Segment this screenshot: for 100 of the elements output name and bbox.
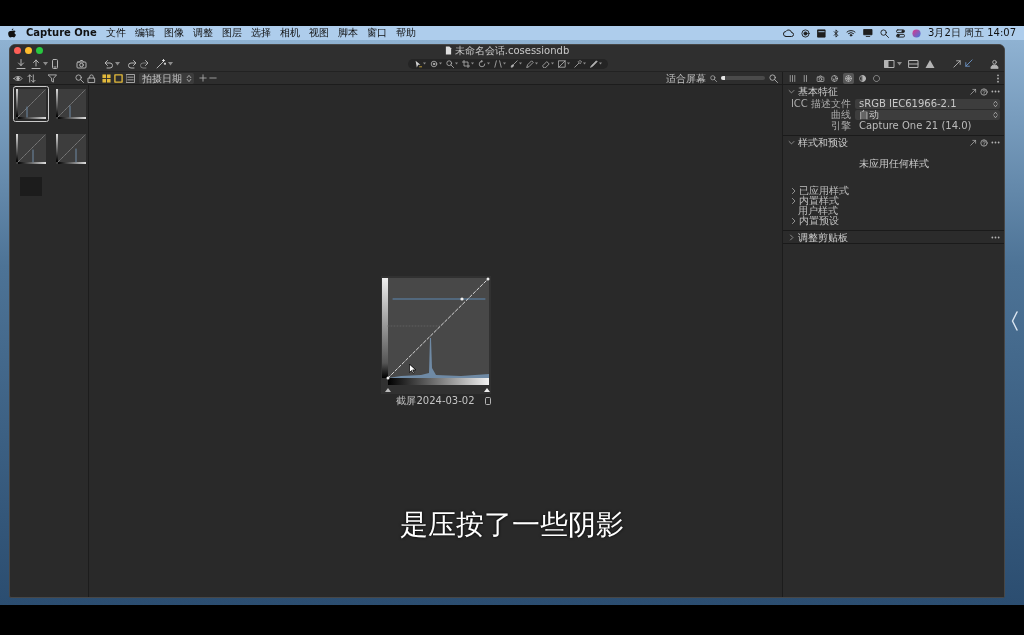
single-view-icon[interactable] [114, 73, 123, 83]
caret-icon[interactable] [438, 62, 442, 65]
half-circle-icon[interactable] [857, 72, 868, 84]
redo-icon[interactable] [128, 58, 138, 69]
caret-icon[interactable] [43, 61, 48, 66]
arrow-up-right-icon[interactable] [970, 88, 977, 95]
color-wheel-icon[interactable] [843, 72, 854, 84]
arrow-down-left-icon[interactable] [964, 59, 973, 68]
menu-item[interactable]: 图层 [221, 26, 242, 40]
more-icon[interactable] [991, 140, 1000, 145]
menu-item[interactable]: 相机 [279, 26, 300, 40]
chevron-right-icon[interactable] [791, 218, 796, 224]
caret-icon[interactable] [582, 62, 586, 65]
eraser-icon[interactable] [541, 59, 550, 68]
updown-arrow-icon[interactable] [993, 99, 998, 108]
more-icon[interactable] [991, 89, 1000, 94]
display-icon[interactable] [863, 29, 874, 37]
eye-icon[interactable] [13, 73, 23, 83]
help-icon[interactable] [980, 87, 988, 96]
slanted-lines-icon[interactable] [493, 59, 502, 68]
dropdown[interactable]: 自动 [855, 109, 1000, 120]
caret-icon[interactable] [168, 61, 173, 66]
arrow-up-right-icon[interactable] [970, 139, 977, 146]
chevron-down-icon[interactable] [788, 88, 795, 95]
import-icon[interactable] [16, 58, 26, 69]
wifi-icon[interactable] [846, 29, 857, 37]
chevron-left-icon[interactable] [1011, 311, 1018, 331]
arrow-up-right-icon[interactable] [953, 59, 962, 68]
apple-logo-icon[interactable] [8, 28, 17, 38]
window-close-icon[interactable] [14, 47, 21, 54]
warning-triangle-icon[interactable] [925, 58, 935, 69]
pointer-icon[interactable] [413, 59, 422, 68]
cloud-icon[interactable] [783, 29, 795, 37]
dotted-circle-icon[interactable] [871, 72, 882, 84]
caret-icon[interactable] [454, 62, 458, 65]
menu-item[interactable]: 窗口 [366, 26, 387, 40]
dropdown[interactable]: sRGB IEC61966-2.1 [855, 98, 1000, 109]
person-icon[interactable] [990, 58, 999, 69]
menu-item[interactable]: 脚本 [337, 26, 358, 40]
caret-icon[interactable] [550, 62, 554, 65]
screenshot-thumbnail[interactable] [13, 131, 49, 167]
sidebar-layout-icon[interactable] [884, 58, 895, 69]
record-icon[interactable] [801, 28, 811, 38]
screenshot-thumbnail[interactable] [13, 86, 49, 122]
chevron-right-icon[interactable] [788, 234, 795, 241]
split-view-icon[interactable] [908, 58, 919, 69]
menu-item[interactable]: 文件 [105, 26, 126, 40]
menu-item[interactable]: 编辑 [134, 26, 155, 40]
caret-icon[interactable] [115, 61, 120, 66]
magnifier-icon[interactable] [445, 59, 454, 68]
tree-item[interactable]: 内置样式 [791, 196, 839, 206]
menu-item[interactable]: Capture One [26, 26, 97, 40]
search-icon[interactable] [880, 28, 890, 38]
grid-view-icon[interactable] [102, 73, 111, 83]
menu-item[interactable]: 帮助 [395, 26, 416, 40]
aperture-icon[interactable] [829, 72, 840, 84]
plus-icon[interactable] [199, 74, 207, 82]
menu-bar-clock[interactable]: 3月2日 周五 14:07 [928, 26, 1016, 40]
bluetooth-icon[interactable] [833, 28, 840, 38]
caret-icon[interactable] [422, 62, 426, 65]
gradient-square-icon[interactable] [557, 59, 566, 68]
menu-item[interactable]: 选择 [250, 26, 271, 40]
lock-icon[interactable] [87, 73, 96, 83]
rotate-icon[interactable] [477, 59, 486, 68]
search-icon[interactable] [75, 73, 84, 83]
tree-item[interactable]: 已应用样式 [791, 186, 849, 196]
caret-icon[interactable] [502, 62, 506, 65]
more-vertical-icon[interactable] [996, 73, 1000, 83]
caret-icon[interactable] [534, 62, 538, 65]
sort-icon[interactable] [27, 73, 36, 83]
curved-arrow-icon[interactable] [140, 58, 150, 69]
section-title[interactable]: 样式和预设 [798, 137, 848, 148]
caret-icon[interactable] [598, 62, 602, 65]
export-icon[interactable] [31, 58, 41, 69]
help-icon[interactable] [980, 138, 988, 147]
zoom-out-icon[interactable] [710, 74, 717, 82]
control-center-icon[interactable] [896, 28, 906, 38]
bars-icon[interactable] [787, 72, 798, 84]
undo-icon[interactable] [103, 58, 113, 69]
menu-item[interactable]: 视图 [308, 26, 329, 40]
updown-arrow-icon[interactable] [993, 110, 998, 119]
section-title[interactable]: 调整剪贴板 [798, 232, 848, 243]
tree-item[interactable]: 内置预设 [791, 216, 839, 226]
pencil-icon[interactable] [525, 59, 534, 68]
brush-icon[interactable] [509, 59, 518, 68]
filter-icon[interactable] [48, 73, 57, 83]
caret-icon[interactable] [470, 62, 474, 65]
tree-item[interactable]: 用户样式 [798, 206, 838, 216]
caret-icon[interactable] [486, 62, 490, 65]
sort-dropdown[interactable]: 拍摄日期 [139, 72, 194, 84]
window-zoom-icon[interactable] [36, 47, 43, 54]
screenshot-thumbnail[interactable] [53, 86, 89, 122]
more-icon[interactable] [991, 235, 1000, 240]
window-icon[interactable] [817, 28, 827, 38]
chevron-down-icon[interactable] [788, 139, 795, 146]
target-icon[interactable] [429, 59, 438, 68]
zoom-in-icon[interactable] [769, 73, 778, 83]
camera-icon[interactable] [815, 72, 826, 84]
eyedropper-icon[interactable] [573, 59, 582, 68]
section-title[interactable]: 基本特征 [798, 86, 838, 97]
